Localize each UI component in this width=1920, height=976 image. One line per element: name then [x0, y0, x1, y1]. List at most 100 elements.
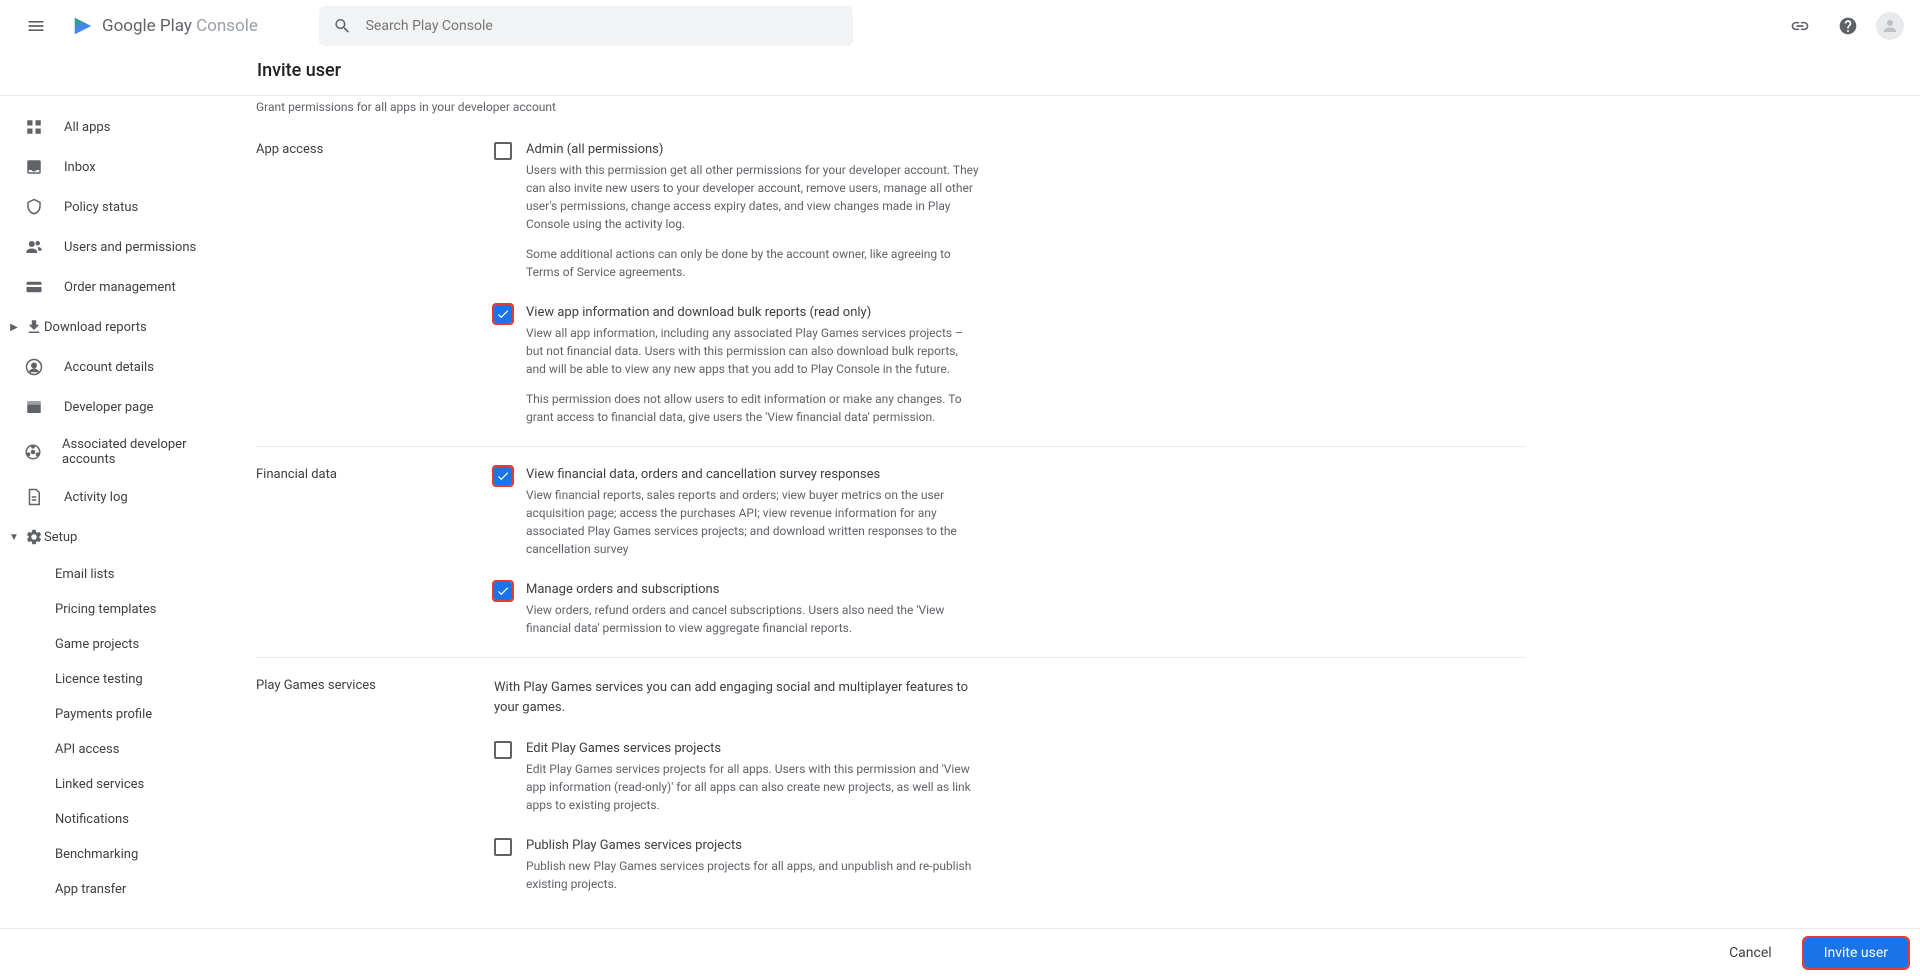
sidebar-item-label: Users and permissions [64, 240, 196, 255]
sidebar-item-account-details[interactable]: Account details [0, 347, 232, 387]
permission-item: Admin (all permissions) Users with this p… [494, 142, 979, 281]
download-icon [24, 317, 44, 337]
permission-section: Play Games servicesWith Play Games servi… [256, 658, 1526, 913]
sidebar-item-label: Developer page [64, 400, 153, 415]
sidebar-subitem-linked-services[interactable]: Linked services [0, 767, 232, 802]
permission-checkbox[interactable] [494, 467, 512, 485]
gear-icon [24, 527, 44, 547]
sidebar-item-label: Account details [64, 360, 154, 375]
search-icon [333, 16, 352, 36]
sidebar-subitem-game-projects[interactable]: Game projects [0, 627, 232, 662]
sidebar-item-label: Pricing templates [55, 602, 156, 617]
sidebar-item-label: Inbox [64, 160, 96, 175]
search-box[interactable] [319, 6, 853, 46]
sidebar-item-all-apps[interactable]: All apps [0, 107, 232, 147]
permission-description: Publish new Play Games services projects… [526, 857, 979, 893]
sidebar-subitem-email-lists[interactable]: Email lists [0, 557, 232, 592]
permission-description: Users with this permission get all other… [526, 161, 979, 281]
permissions-hint: Grant permissions for all apps in your d… [256, 96, 1526, 122]
sidebar-item-activity-log[interactable]: Activity log [0, 477, 232, 517]
permission-description: View all app information, including any … [526, 324, 979, 426]
assoc-icon [24, 442, 42, 462]
invite-user-button[interactable]: Invite user [1804, 938, 1908, 968]
account-icon [24, 357, 44, 377]
sidebar-subitem-app-transfer[interactable]: App transfer [0, 872, 232, 907]
devpage-icon [24, 397, 44, 417]
sidebar-item-label: App transfer [55, 882, 126, 897]
sidebar-item-label: Policy status [64, 200, 138, 215]
sidebar-item-label: Licence testing [55, 672, 143, 687]
sidebar-item-label: Payments profile [55, 707, 152, 722]
file-icon [24, 487, 44, 507]
search-input[interactable] [366, 18, 839, 34]
permission-checkbox[interactable] [494, 838, 512, 856]
permission-item: View financial data, orders and cancella… [494, 467, 979, 558]
apps-icon [24, 117, 44, 137]
section-label: Play Games services [256, 678, 494, 893]
sidebar-item-setup[interactable]: ▼Setup [0, 517, 232, 557]
chevron-right-icon: ▶ [4, 322, 24, 333]
sidebar-item-inbox[interactable]: Inbox [0, 147, 232, 187]
permission-title: Manage orders and subscriptions [526, 582, 979, 597]
sidebar-item-users-and-permissions[interactable]: Users and permissions [0, 227, 232, 267]
permission-checkbox[interactable] [494, 582, 512, 600]
permission-section: App access Admin (all permissions) Users w… [256, 122, 1526, 447]
logo[interactable]: Google Play Console [72, 15, 258, 37]
sidebar-item-download-reports[interactable]: ▶ Download reports [0, 307, 232, 347]
sidebar-item-order-management[interactable]: Order management [0, 267, 232, 307]
sidebar: All apps Inbox Policy status Users and perm… [0, 96, 232, 975]
footer: Cancel Invite user [0, 928, 1920, 976]
inbox-icon [24, 157, 44, 177]
sidebar-item-label: Associated developer accounts [62, 437, 208, 467]
sidebar-item-label: API access [55, 742, 119, 757]
sidebar-item-label: Benchmarking [55, 847, 138, 862]
permission-title: Admin (all permissions) [526, 142, 979, 157]
help-icon[interactable] [1828, 6, 1868, 46]
sidebar-subitem-api-access[interactable]: API access [0, 732, 232, 767]
sidebar-item-label: Download reports [44, 320, 147, 335]
sidebar-item-label: Linked services [55, 777, 144, 792]
play-console-icon [72, 15, 94, 37]
permission-title: View app information and download bulk r… [526, 305, 979, 320]
section-label: Financial data [256, 467, 494, 637]
permission-item: Manage orders and subscriptions View orde… [494, 582, 979, 637]
link-icon[interactable] [1780, 6, 1820, 46]
sidebar-item-label: Game projects [55, 637, 139, 652]
sidebar-item-label: Email lists [55, 567, 114, 582]
permission-item: View app information and download bulk r… [494, 305, 979, 426]
section-intro: With Play Games services you can add eng… [494, 678, 979, 717]
permission-description: Edit Play Games services projects for al… [526, 760, 979, 814]
permission-title: Edit Play Games services projects [526, 741, 979, 756]
page-title: Invite user [0, 52, 1920, 96]
sidebar-subitem-notifications[interactable]: Notifications [0, 802, 232, 837]
permission-title: View financial data, orders and cancella… [526, 467, 979, 482]
sidebar-item-associated-developer-accounts[interactable]: Associated developer accounts [0, 427, 232, 477]
permission-item: Publish Play Games services projects Publ… [494, 838, 979, 893]
sidebar-item-developer-page[interactable]: Developer page [0, 387, 232, 427]
sidebar-item-label: Order management [64, 280, 176, 295]
cancel-button[interactable]: Cancel [1709, 938, 1792, 968]
sidebar-item-label: Notifications [55, 812, 129, 827]
sidebar-subitem-licence-testing[interactable]: Licence testing [0, 662, 232, 697]
people-icon [24, 237, 44, 257]
sidebar-subitem-pricing-templates[interactable]: Pricing templates [0, 592, 232, 627]
sidebar-subitem-payments-profile[interactable]: Payments profile [0, 697, 232, 732]
permission-checkbox[interactable] [494, 142, 512, 160]
sidebar-item-label: Activity log [64, 490, 128, 505]
permission-title: Publish Play Games services projects [526, 838, 979, 853]
permission-section: Financial data View financial data, order… [256, 447, 1526, 658]
logo-text: Google Play Console [102, 16, 258, 36]
chevron-down-icon: ▼ [4, 532, 24, 543]
sidebar-subitem-benchmarking[interactable]: Benchmarking [0, 837, 232, 872]
permission-description: View financial reports, sales reports an… [526, 486, 979, 558]
section-label: App access [256, 142, 494, 426]
card-icon [24, 277, 44, 297]
shield-icon [24, 197, 44, 217]
permission-checkbox[interactable] [494, 741, 512, 759]
permission-description: View orders, refund orders and cancel su… [526, 601, 979, 637]
permission-checkbox[interactable] [494, 305, 512, 323]
menu-button[interactable] [16, 6, 56, 46]
avatar[interactable] [1876, 12, 1904, 40]
permission-item: Edit Play Games services projects Edit Pl… [494, 741, 979, 814]
sidebar-item-policy-status[interactable]: Policy status [0, 187, 232, 227]
